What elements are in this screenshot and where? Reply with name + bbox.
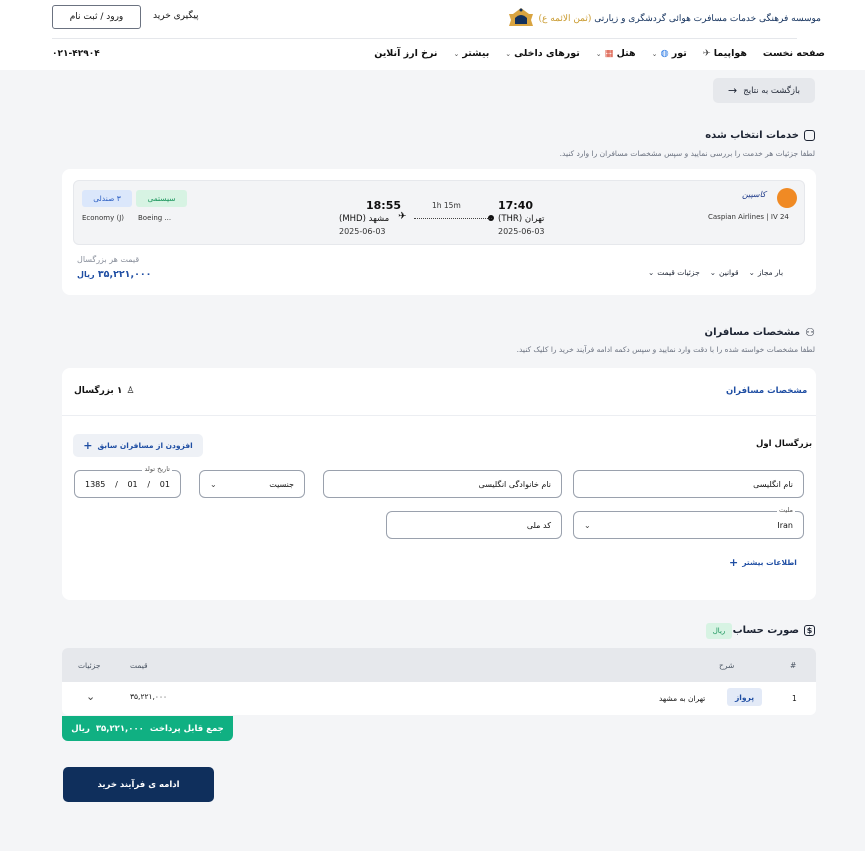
birth-day[interactable]: 01 [160, 480, 170, 489]
invoice-title: $ صورت حساب [733, 625, 815, 636]
baggage-link[interactable]: بار مجاز ⌄ [749, 268, 783, 277]
divider [62, 415, 816, 416]
passengers-title: ⚇ مشخصات مسافران [704, 326, 815, 339]
site-header: موسسه فرهنگی خدمات مسافرت هوائی گردشگری … [0, 0, 865, 70]
system-badge: سیستمی [136, 190, 187, 207]
nav-flights[interactable]: هواپیما ✈ [703, 48, 747, 59]
chevron-down-icon: ⌄ [505, 49, 512, 58]
first-name-field[interactable]: نام انگلیسی [573, 470, 804, 498]
chevron-down-icon: ⌄ [648, 268, 655, 277]
chevron-down-icon: ⌄ [210, 479, 217, 489]
chevron-down-icon: ⌄ [651, 49, 658, 58]
users-icon: ⚇ [805, 326, 815, 339]
phone-number[interactable]: ۰۲۱-۴۲۹۰۴ [52, 49, 100, 59]
airline-logo-text: کاسپین [742, 190, 766, 199]
nav-more[interactable]: بیشتر ⌄ [453, 48, 489, 59]
row-description: تهران به مشهد [659, 694, 706, 703]
main-nav: صفحه نخست هواپیما ✈ تور ◍ ⌄ هتل ▦ ⌄ تورهای دا… [374, 48, 825, 59]
gender-select[interactable]: جنسیت ⌄ [199, 470, 305, 498]
logo-text: موسسه فرهنگی خدمات مسافرت هوائی گردشگری … [594, 14, 821, 24]
total-payable: جمع قابل پرداخت ۳۵,۲۲۱,۰۰۰ ریال [62, 716, 233, 741]
site-logo[interactable]: موسسه فرهنگی خدمات مسافرت هوائی گردشگری … [507, 5, 821, 33]
track-order-link[interactable]: پیگیری خرید [153, 11, 199, 21]
nav-hotel[interactable]: هتل ▦ ⌄ [596, 48, 636, 59]
seats-badge: ۳ صندلی [82, 190, 132, 207]
plus-icon: + [729, 556, 739, 569]
last-name-field[interactable]: نام خانوادگی انگلیسی [323, 470, 562, 498]
nav-home[interactable]: صفحه نخست [763, 48, 825, 59]
row-num: 1 [792, 694, 797, 703]
logo-text-gold: (ثمن الائمه ع) [538, 14, 592, 24]
birth-date-field[interactable]: تاریخ تولد 1385 / 01 / 01 [74, 465, 181, 498]
chevron-down-icon: ⌄ [595, 49, 602, 58]
national-id-field[interactable]: کد ملی [386, 511, 562, 539]
airline-logo-icon [777, 188, 797, 208]
services-subtitle: لطفا جزئیات هر خدمت را بررسی نمایید و سپ… [559, 149, 815, 158]
birth-year[interactable]: 1385 [85, 480, 105, 489]
col-num: # [790, 661, 797, 670]
header-divider [52, 38, 797, 39]
birth-month[interactable]: 01 [127, 480, 137, 489]
col-price: قیمت [130, 661, 148, 670]
hotel-icon: ▦ [604, 48, 614, 59]
arrow-right-icon: → [728, 84, 738, 97]
login-register-button[interactable]: ورود / ثبت نام [52, 5, 141, 29]
airplane-icon: ✈ [702, 48, 711, 59]
invoice-table: # شرح قیمت جزئیات 1 پرواز تهران به مشهد … [62, 648, 816, 715]
chevron-down-icon[interactable]: ⌄ [86, 690, 95, 703]
back-to-results-button[interactable]: بازگشت به نتایج → [713, 78, 815, 103]
flight-duration: 1h 15m [432, 201, 461, 210]
nav-domestic-tours[interactable]: تورهای داخلی ⌄ [505, 48, 580, 59]
passengers-subtitle: لطفا مشخصات خواسته شده را با دقت وارد نم… [516, 345, 815, 354]
row-price: ۳۵,۲۲۱,۰۰۰ [130, 692, 167, 701]
col-details: جزئیات [78, 661, 101, 670]
arrival-date: 2025-06-03 [339, 227, 386, 236]
currency-badge: ریال [706, 623, 732, 639]
flight-detail-links: بار مجاز ⌄ قوانین ⌄ جزئیات قیمت ⌄ [648, 268, 783, 277]
cabin-class: Economy (J) [82, 214, 124, 222]
services-title: خدمات انتخاب شده [705, 130, 815, 141]
nav-tour[interactable]: تور ◍ ⌄ [652, 48, 687, 59]
aircraft-type: Boeing ... [138, 214, 172, 222]
continue-purchase-button[interactable]: ادامه ی فرآیند خرید [63, 767, 214, 802]
price-label: قیمت هر بزرگسال [77, 255, 140, 264]
price-details-link[interactable]: جزئیات قیمت ⌄ [648, 268, 700, 277]
services-icon [804, 130, 815, 141]
rules-link[interactable]: قوانین ⌄ [710, 268, 739, 277]
plus-icon: + [83, 439, 93, 452]
logo-emblem-icon [508, 8, 533, 26]
price-per-adult: ۳۵,۲۲۱,۰۰۰ ریال [77, 269, 152, 280]
arrival-city: مشهد (MHD) [339, 214, 390, 224]
airline-name: Caspian Airlines | IV 24 [708, 213, 789, 221]
nav-exchange-rate[interactable]: نرخ ارز آنلاین [374, 48, 437, 59]
departure-city: تهران (THR) [498, 214, 545, 224]
invoice-table-header: # شرح قیمت جزئیات [62, 648, 816, 682]
user-icon: ♙ [126, 386, 135, 396]
arrival-time: 18:55 [366, 199, 402, 212]
airplane-icon: ✈ [398, 211, 407, 222]
departure-date: 2025-06-03 [498, 227, 545, 236]
dollar-icon: $ [804, 625, 815, 636]
add-previous-passenger-button[interactable]: افزودن از مسافران سابق + [73, 434, 203, 457]
more-info-link[interactable]: اطلاعات بیشتر + [729, 556, 797, 569]
adult-section-title: بزرگسال اول [756, 439, 813, 449]
chevron-down-icon: ⌄ [453, 49, 460, 58]
passenger-count: ♙ ۱ بزرگسال [74, 386, 135, 396]
chevron-down-icon: ⌄ [748, 268, 755, 277]
tab-passenger-details[interactable]: مشخصات مسافران [726, 386, 807, 396]
departure-time: 17:40 [498, 199, 534, 212]
row-type-badge: پرواز [727, 688, 762, 706]
route-line [414, 218, 492, 219]
chevron-down-icon: ⌄ [584, 520, 591, 530]
chevron-down-icon: ⌄ [709, 268, 716, 277]
nationality-select[interactable]: ملیت Iran ⌄ [573, 506, 804, 539]
col-description: شرح [719, 661, 735, 670]
globe-icon: ◍ [660, 48, 669, 59]
